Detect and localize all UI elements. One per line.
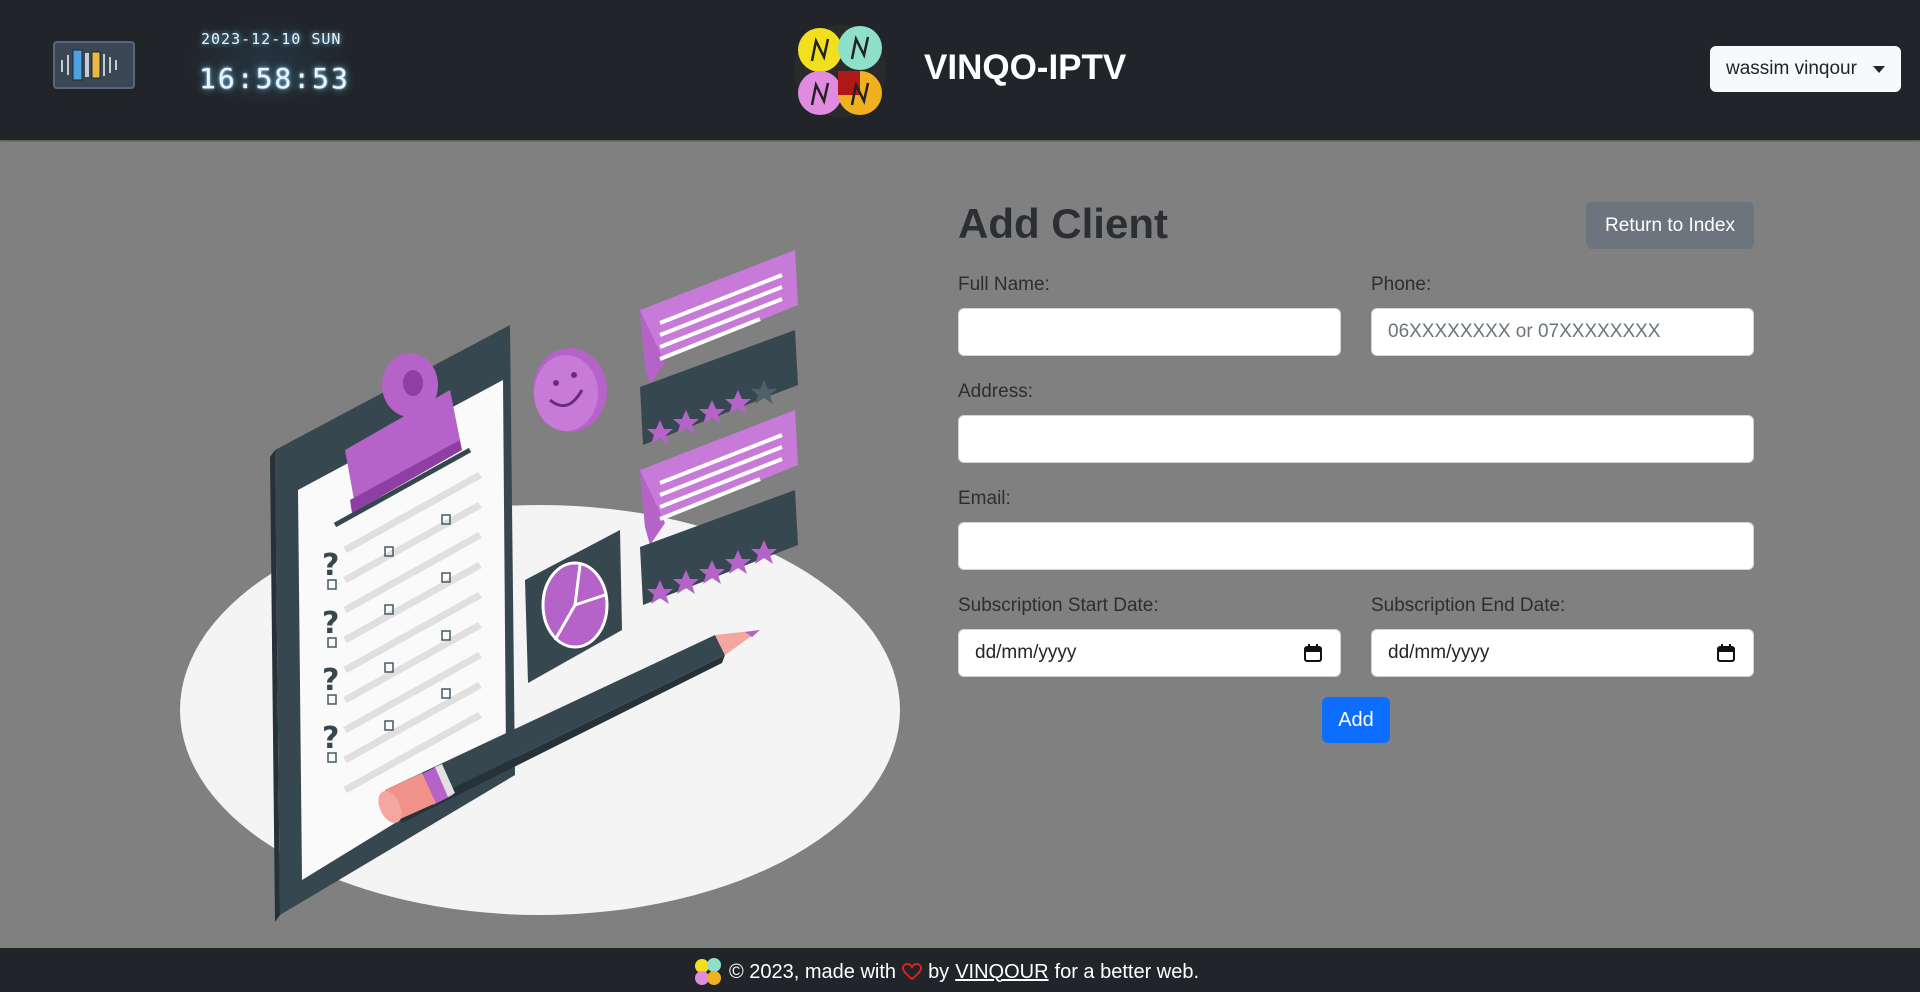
user-name: wassim vinqour bbox=[1726, 58, 1857, 79]
footer-text: © 2023, made with by VINQOUR for a bette… bbox=[693, 957, 1199, 987]
footer-tagline: for a better web. bbox=[1054, 960, 1200, 983]
svg-text:?: ? bbox=[322, 663, 339, 698]
address-input[interactable] bbox=[958, 415, 1754, 463]
full-name-input[interactable] bbox=[958, 308, 1341, 356]
svg-text:?: ? bbox=[322, 606, 339, 641]
end-date-label: Subscription End Date: bbox=[1371, 595, 1566, 616]
address-label: Address: bbox=[958, 381, 1033, 402]
add-button[interactable]: Add bbox=[1322, 697, 1390, 743]
brand-logo-icon[interactable] bbox=[790, 23, 890, 119]
heart-icon bbox=[902, 963, 923, 981]
svg-text:?: ? bbox=[322, 548, 339, 583]
footer: © 2023, made with by VINQOUR for a bette… bbox=[0, 948, 1920, 992]
phone-label: Phone: bbox=[1371, 274, 1432, 295]
calendar-icon[interactable] bbox=[1304, 644, 1322, 662]
svg-text:?: ? bbox=[322, 721, 339, 756]
brand-name[interactable]: VINQO-IPTV bbox=[924, 48, 1126, 88]
brand-logo-icon bbox=[695, 958, 721, 985]
return-to-index-button[interactable]: Return to Index bbox=[1586, 202, 1754, 249]
author-link[interactable]: VINQOUR bbox=[955, 961, 1048, 984]
phone-input[interactable] bbox=[1371, 308, 1754, 356]
calendar-icon[interactable] bbox=[1717, 644, 1735, 662]
start-date-input[interactable]: dd/mm/yyyy bbox=[958, 629, 1341, 677]
end-date-value: dd/mm/yyyy bbox=[1388, 642, 1490, 663]
top-navbar: 2023-12-10 SUN 16:58:53 VINQO-IPTV wassi… bbox=[0, 0, 1920, 140]
clock-date: 2023-12-10 SUN bbox=[201, 30, 342, 48]
clock-time: 16:58:53 bbox=[199, 62, 350, 95]
email-input[interactable] bbox=[958, 522, 1754, 570]
equalizer-icon[interactable] bbox=[53, 41, 135, 89]
end-date-input[interactable]: dd/mm/yyyy bbox=[1371, 629, 1754, 677]
start-date-value: dd/mm/yyyy bbox=[975, 642, 1077, 663]
start-date-label: Subscription Start Date: bbox=[958, 595, 1159, 616]
email-label: Email: bbox=[958, 488, 1011, 509]
footer-copyright: © 2023, made with bbox=[729, 960, 897, 983]
footer-by: by bbox=[928, 960, 950, 983]
user-dropdown-button[interactable]: wassim vinqour bbox=[1710, 46, 1901, 92]
page-title: Add Client bbox=[958, 200, 1168, 247]
full-name-label: Full Name: bbox=[958, 274, 1050, 295]
survey-illustration: ? ? ? ? bbox=[180, 250, 900, 922]
chevron-down-icon bbox=[1873, 66, 1885, 73]
